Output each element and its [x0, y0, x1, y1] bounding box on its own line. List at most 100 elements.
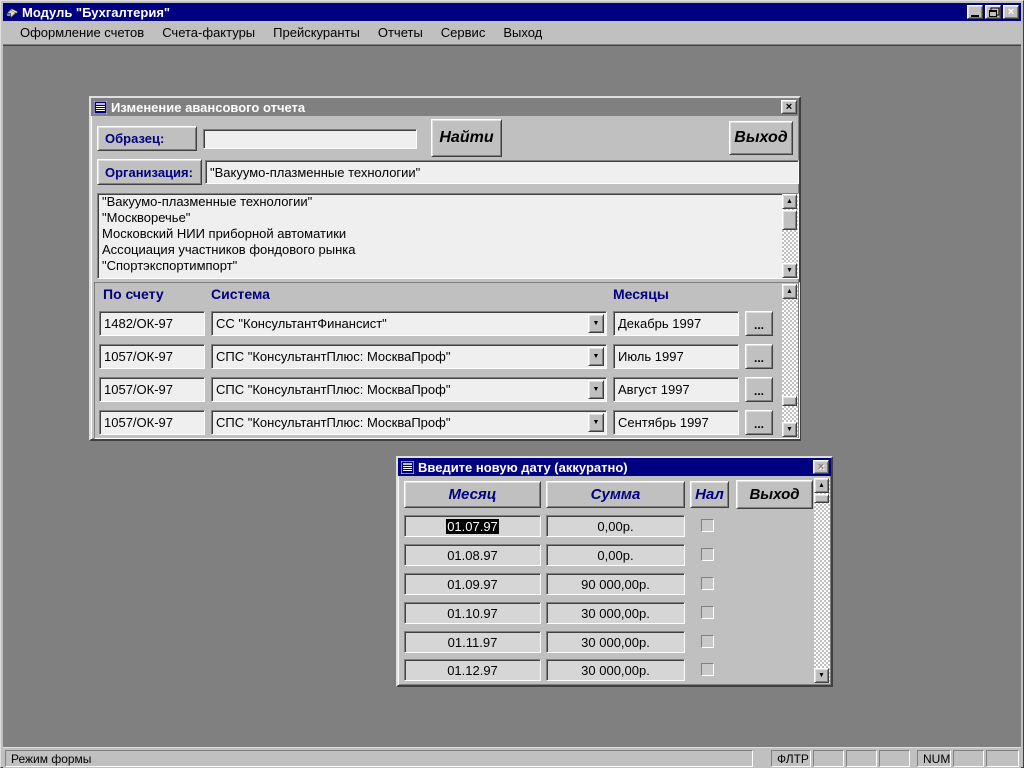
sum-field[interactable]: 0,00р. [546, 515, 685, 537]
chevron-down-icon: ▼ [593, 320, 600, 327]
account-field[interactable]: 1057/ОК-97 [99, 377, 205, 402]
org-list-item[interactable]: "Спортэкспортимпорт" [98, 258, 798, 274]
scrollbar-thumb[interactable] [782, 210, 797, 230]
org-list-scrollbar[interactable]: ▲ ▼ [782, 194, 798, 278]
sum-field[interactable]: 0,00р. [546, 544, 685, 566]
dialog2-scrollbar[interactable]: ▲ ▼ [814, 478, 830, 683]
scroll-down-button[interactable]: ▼ [782, 263, 797, 278]
month-field[interactable]: Август 1997 [613, 377, 739, 402]
up-arrow-icon: ▲ [818, 482, 825, 489]
menubar: Оформление счетов Счета-фактуры Прейскур… [3, 21, 1021, 45]
status-panel-empty [986, 750, 1019, 767]
month-column-button[interactable]: Месяц [404, 481, 541, 508]
sum-column-button[interactable]: Сумма [546, 481, 685, 508]
system-combobox[interactable]: СПС "КонсультантПлюс: МоскваПроф"▼ [211, 410, 607, 435]
menu-item-reports[interactable]: Отчеты [369, 22, 432, 43]
org-list-item[interactable]: Ассоциация участников фондового рынка [98, 242, 798, 258]
month-field[interactable]: Декабрь 1997 [613, 311, 739, 336]
column-header-account: По счету [103, 286, 164, 302]
scroll-up-button[interactable]: ▲ [782, 284, 797, 299]
window-controls: × [967, 5, 1019, 19]
combo-dropdown-button[interactable]: ▼ [588, 347, 604, 366]
menu-item-exit[interactable]: Выход [494, 22, 551, 43]
dialog2-close-button[interactable]: × [813, 460, 829, 474]
sample-label-button[interactable]: Образец: [97, 126, 197, 151]
statusbar: Режим формы ФЛТР NUM [3, 747, 1021, 768]
column-header-system: Система [211, 286, 270, 302]
system-combobox[interactable]: СС "КонсультантФинансист"▼ [211, 311, 607, 336]
scrollbar-thumb[interactable] [814, 494, 829, 503]
organization-input[interactable]: "Вакуумо-плазменные технологии" [205, 160, 799, 184]
sample-input[interactable] [203, 129, 417, 149]
combo-dropdown-button[interactable]: ▼ [588, 314, 604, 333]
sum-field[interactable]: 30 000,00р. [546, 602, 685, 624]
dialog2-title: Введите новую дату (аккуратно) [418, 460, 628, 475]
account-field[interactable]: 1482/ОК-97 [99, 311, 205, 336]
close-button[interactable]: × [1003, 5, 1019, 19]
date-field[interactable]: 01.11.97 [404, 631, 541, 653]
account-field[interactable]: 1057/ОК-97 [99, 344, 205, 369]
status-panel-empty [879, 750, 910, 767]
sum-field[interactable]: 30 000,00р. [546, 659, 685, 681]
date-field[interactable]: 01.08.97 [404, 544, 541, 566]
menu-item-pricelists[interactable]: Прейскуранты [264, 22, 369, 43]
scroll-down-button[interactable]: ▼ [782, 422, 797, 437]
detail-section: По счету Система Месяцы 1482/ОК-97 СС "К… [94, 282, 800, 439]
dialog1-title: Изменение авансового отчета [111, 100, 305, 115]
system-combobox[interactable]: СПС "КонсультантПлюс: МоскваПроф"▼ [211, 344, 607, 369]
more-button[interactable]: ... [745, 311, 773, 336]
combo-dropdown-button[interactable]: ▼ [588, 380, 604, 399]
restore-button[interactable] [985, 5, 1001, 19]
window-titlebar[interactable]: Модуль "Бухгалтерия" × [3, 3, 1021, 21]
account-field[interactable]: 1057/ОК-97 [99, 410, 205, 435]
org-list-item[interactable]: "Вакуумо-плазменные технологии" [98, 194, 798, 210]
dialog-enter-date: Введите новую дату (аккуратно) × Месяц С… [396, 456, 833, 687]
organization-label-button[interactable]: Организация: [97, 159, 202, 185]
date-field[interactable]: 01.12.97 [404, 659, 541, 681]
sum-field[interactable]: 30 000,00р. [546, 631, 685, 653]
sum-field[interactable]: 90 000,00р. [546, 573, 685, 595]
application-window: Модуль "Бухгалтерия" × Оформление счетов… [0, 0, 1024, 768]
combo-dropdown-button[interactable]: ▼ [588, 413, 604, 432]
find-button[interactable]: Найти [431, 119, 502, 157]
chevron-down-icon: ▼ [593, 419, 600, 426]
system-value: СПС "КонсультантПлюс: МоскваПроф" [216, 382, 450, 397]
dialog2-titlebar[interactable]: Введите новую дату (аккуратно) × [398, 458, 831, 476]
scroll-up-button[interactable]: ▲ [814, 478, 829, 493]
dialog1-exit-button[interactable]: Выход [729, 121, 793, 155]
date-field[interactable]: 01.09.97 [404, 573, 541, 595]
menu-item-invoices[interactable]: Оформление счетов [11, 22, 153, 43]
system-combobox[interactable]: СПС "КонсультантПлюс: МоскваПроф" ▼ [211, 377, 607, 402]
dialog1-titlebar[interactable]: Изменение авансового отчета × [91, 98, 799, 116]
org-list-item[interactable]: "Москворечье" [98, 210, 798, 226]
cash-column-button[interactable]: Нал [690, 481, 729, 508]
menu-item-service[interactable]: Сервис [432, 22, 495, 43]
date-field[interactable]: 01.10.97 [404, 602, 541, 624]
more-button[interactable]: ... [745, 344, 773, 369]
org-list-item[interactable]: Московский НИИ приборной автоматики [98, 226, 798, 242]
scrollbar-thumb[interactable] [782, 396, 797, 406]
cash-checkbox[interactable] [701, 663, 714, 676]
scroll-down-button[interactable]: ▼ [814, 668, 829, 683]
cash-checkbox[interactable] [701, 577, 714, 590]
menu-item-factures[interactable]: Счета-фактуры [153, 22, 264, 43]
month-field[interactable]: Сентябрь 1997 [613, 410, 739, 435]
month-field[interactable]: Июль 1997 [613, 344, 739, 369]
scroll-up-button[interactable]: ▲ [782, 194, 797, 209]
status-panel-empty [813, 750, 844, 767]
cash-checkbox[interactable] [701, 548, 714, 561]
date-field[interactable]: 01.07.97 [404, 515, 541, 537]
cash-checkbox[interactable] [701, 635, 714, 648]
dialog1-close-button[interactable]: × [781, 100, 797, 114]
minimize-button[interactable] [967, 5, 983, 19]
detail-scrollbar[interactable]: ▲ ▼ [782, 284, 798, 437]
form-icon [94, 101, 107, 114]
status-panel-empty [846, 750, 877, 767]
cash-checkbox[interactable] [701, 606, 714, 619]
more-button[interactable]: ... [745, 377, 773, 402]
dialog2-exit-button[interactable]: Выход [736, 480, 813, 509]
more-button[interactable]: ... [745, 410, 773, 435]
down-arrow-icon: ▼ [818, 672, 825, 679]
app-icon [5, 6, 18, 19]
cash-checkbox[interactable] [701, 519, 714, 532]
